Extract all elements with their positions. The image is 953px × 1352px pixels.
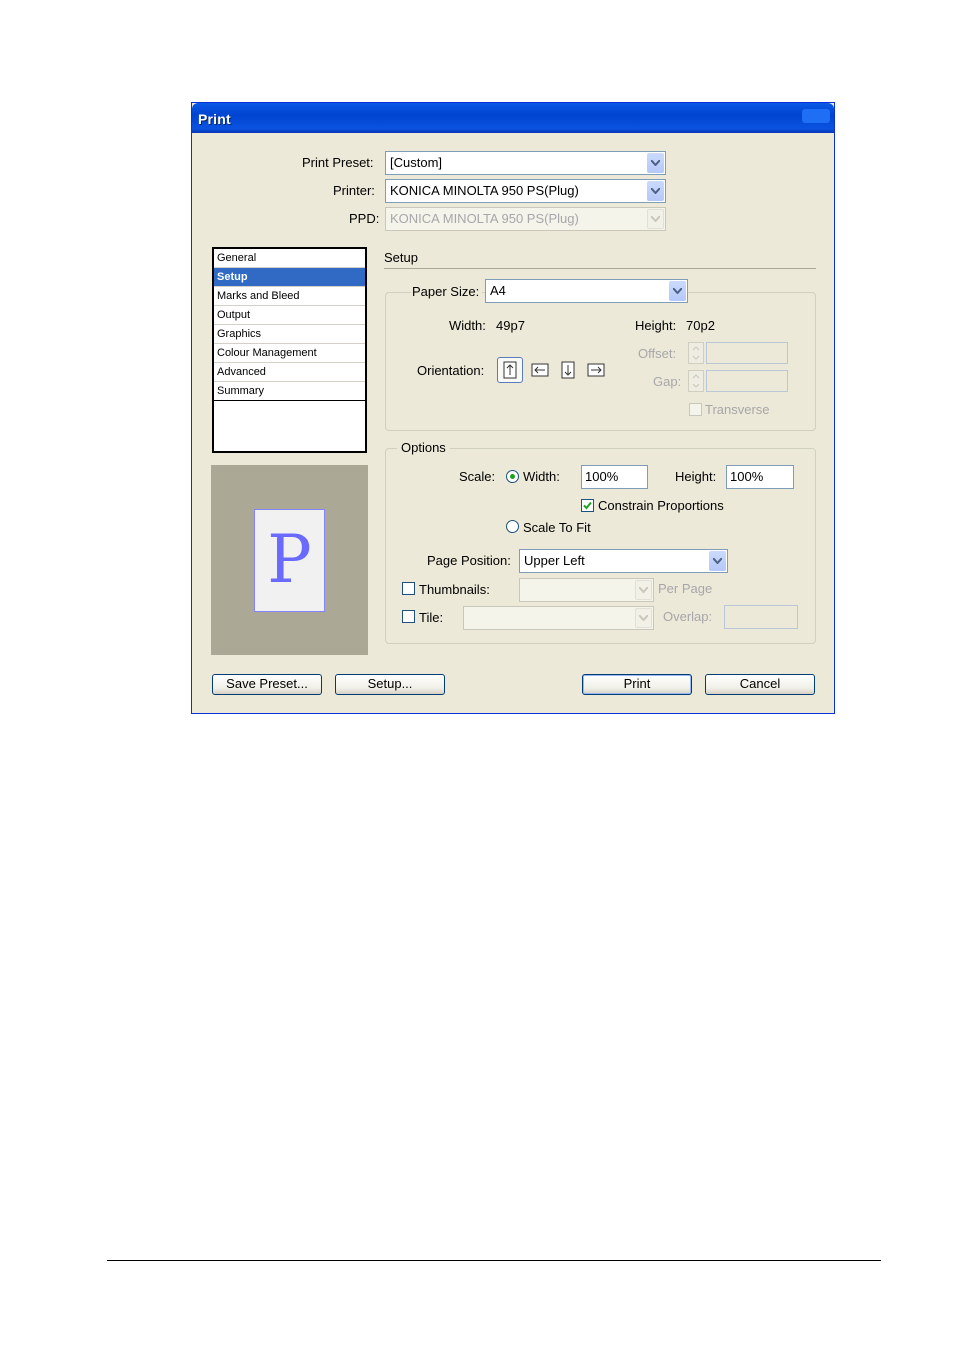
checkmark-icon	[583, 501, 592, 510]
tile-dropdown	[463, 606, 654, 630]
sidebar-item-output[interactable]: Output	[214, 306, 365, 325]
page-position-label: Page Position:	[427, 553, 511, 568]
ppd-dropdown: KONICA MINOLTA 950 PS(Plug)	[385, 207, 666, 231]
landscape-orientation-icon[interactable]	[530, 360, 550, 380]
sidebar-item-label: Marks and Bleed	[217, 290, 300, 302]
chevron-down-icon[interactable]	[647, 153, 664, 173]
chevron-down-icon	[635, 580, 652, 600]
paper-size-value: A4	[490, 283, 506, 298]
category-list: General Setup Marks and Bleed Output Gra…	[212, 247, 367, 453]
title-bar-decoration	[802, 109, 830, 123]
sidebar-item-label: General	[217, 252, 257, 264]
save-preset-button[interactable]: Save Preset...	[212, 674, 322, 695]
sidebar-item-label: Advanced	[217, 366, 266, 378]
offset-field	[706, 342, 788, 364]
gap-label: Gap:	[653, 374, 682, 389]
portrait-orientation-icon[interactable]	[497, 357, 523, 383]
sidebar-item-advanced[interactable]: Advanced	[214, 363, 365, 382]
printer-label: Printer:	[333, 183, 375, 198]
title-bar[interactable]: Print	[192, 103, 834, 133]
thumbnails-label: Thumbnails:	[419, 582, 490, 597]
paper-size-dropdown[interactable]: A4	[485, 279, 688, 303]
offset-label: Offset:	[638, 346, 677, 361]
scale-height-input[interactable]: 100%	[726, 465, 794, 489]
sidebar-item-label: Summary	[217, 385, 265, 397]
sidebar-item-colour-management[interactable]: Colour Management	[214, 344, 365, 363]
height-label: Height:	[635, 318, 677, 333]
scale-width-label: Width:	[523, 469, 560, 484]
sidebar-item-label: Output	[217, 309, 251, 321]
preview-letter: P	[267, 521, 312, 598]
overlap-field	[724, 605, 798, 629]
print-preset-dropdown[interactable]: [Custom]	[385, 151, 666, 175]
scale-height-label: Height:	[675, 469, 717, 484]
scale-height-value: 100%	[730, 469, 764, 484]
ppd-label: PPD:	[349, 211, 380, 226]
page-position-value: Upper Left	[524, 553, 585, 568]
transverse-checkbox	[689, 403, 702, 416]
cancel-button[interactable]: Cancel	[705, 674, 815, 695]
sidebar-item-marks-and-bleed[interactable]: Marks and Bleed	[214, 287, 365, 306]
setup-button[interactable]: Setup...	[335, 674, 445, 695]
scale-width-value: 100%	[585, 469, 619, 484]
printer-value: KONICA MINOLTA 950 PS(Plug)	[390, 183, 579, 198]
height-value: 70p2	[686, 318, 715, 333]
printer-dropdown[interactable]: KONICA MINOLTA 950 PS(Plug)	[385, 179, 666, 203]
print-preset-label: Print Preset:	[302, 155, 374, 170]
constrain-proportions-label: Constrain Proportions	[598, 498, 724, 513]
offset-spinner-icon	[688, 342, 704, 364]
scale-width-input[interactable]: 100%	[581, 465, 648, 489]
scale-label: Scale:	[459, 469, 496, 484]
thumbnails-per-page-dropdown	[519, 578, 654, 602]
gap-spinner-icon	[688, 370, 704, 392]
page-footer-rule	[107, 1260, 881, 1261]
chevron-down-icon[interactable]	[647, 181, 664, 201]
scale-width-radio[interactable]	[506, 470, 519, 483]
thumbnails-checkbox[interactable]	[402, 582, 415, 595]
section-divider	[384, 268, 816, 269]
reverse-landscape-orientation-icon[interactable]	[586, 360, 606, 380]
scale-to-fit-radio[interactable]	[506, 520, 519, 533]
scale-to-fit-label: Scale To Fit	[523, 520, 591, 535]
sidebar-item-graphics[interactable]: Graphics	[214, 325, 365, 344]
chevron-down-icon	[635, 608, 652, 628]
print-button[interactable]: Print	[582, 674, 692, 695]
page-position-dropdown[interactable]: Upper Left	[519, 549, 728, 573]
width-value: 49p7	[496, 318, 525, 333]
sidebar-item-label: Setup	[217, 271, 248, 283]
overlap-label: Overlap:	[663, 609, 713, 624]
print-dialog: Print Print Preset: [Custom] Printer: KO…	[191, 102, 835, 714]
sidebar-item-label: Colour Management	[217, 347, 317, 359]
chevron-down-icon	[647, 209, 664, 229]
tile-label: Tile:	[419, 610, 444, 625]
paper-size-label: Paper Size:	[411, 284, 483, 299]
orientation-label: Orientation:	[417, 363, 485, 378]
sidebar-item-setup[interactable]: Setup	[214, 268, 365, 287]
radio-selected-dot	[510, 474, 515, 479]
sidebar-item-summary[interactable]: Summary	[214, 382, 365, 401]
print-preset-value: [Custom]	[390, 155, 443, 170]
reverse-portrait-orientation-icon[interactable]	[558, 360, 578, 380]
constrain-proportions-checkbox[interactable]	[581, 499, 594, 512]
chevron-down-icon[interactable]	[669, 281, 686, 301]
gap-field	[706, 370, 788, 392]
ppd-value: KONICA MINOLTA 950 PS(Plug)	[390, 211, 579, 226]
dialog-title: Print	[198, 111, 231, 127]
chevron-down-icon[interactable]	[709, 551, 726, 571]
options-group-title: Options	[397, 440, 450, 455]
preview-page: P	[254, 509, 325, 612]
tile-checkbox[interactable]	[402, 610, 415, 623]
width-label: Width:	[449, 318, 486, 333]
transverse-label: Transverse	[705, 402, 770, 417]
per-page-label: Per Page	[658, 581, 713, 596]
section-title: Setup	[384, 250, 418, 265]
sidebar-item-label: Graphics	[217, 328, 262, 340]
sidebar-item-general[interactable]: General	[214, 249, 365, 268]
